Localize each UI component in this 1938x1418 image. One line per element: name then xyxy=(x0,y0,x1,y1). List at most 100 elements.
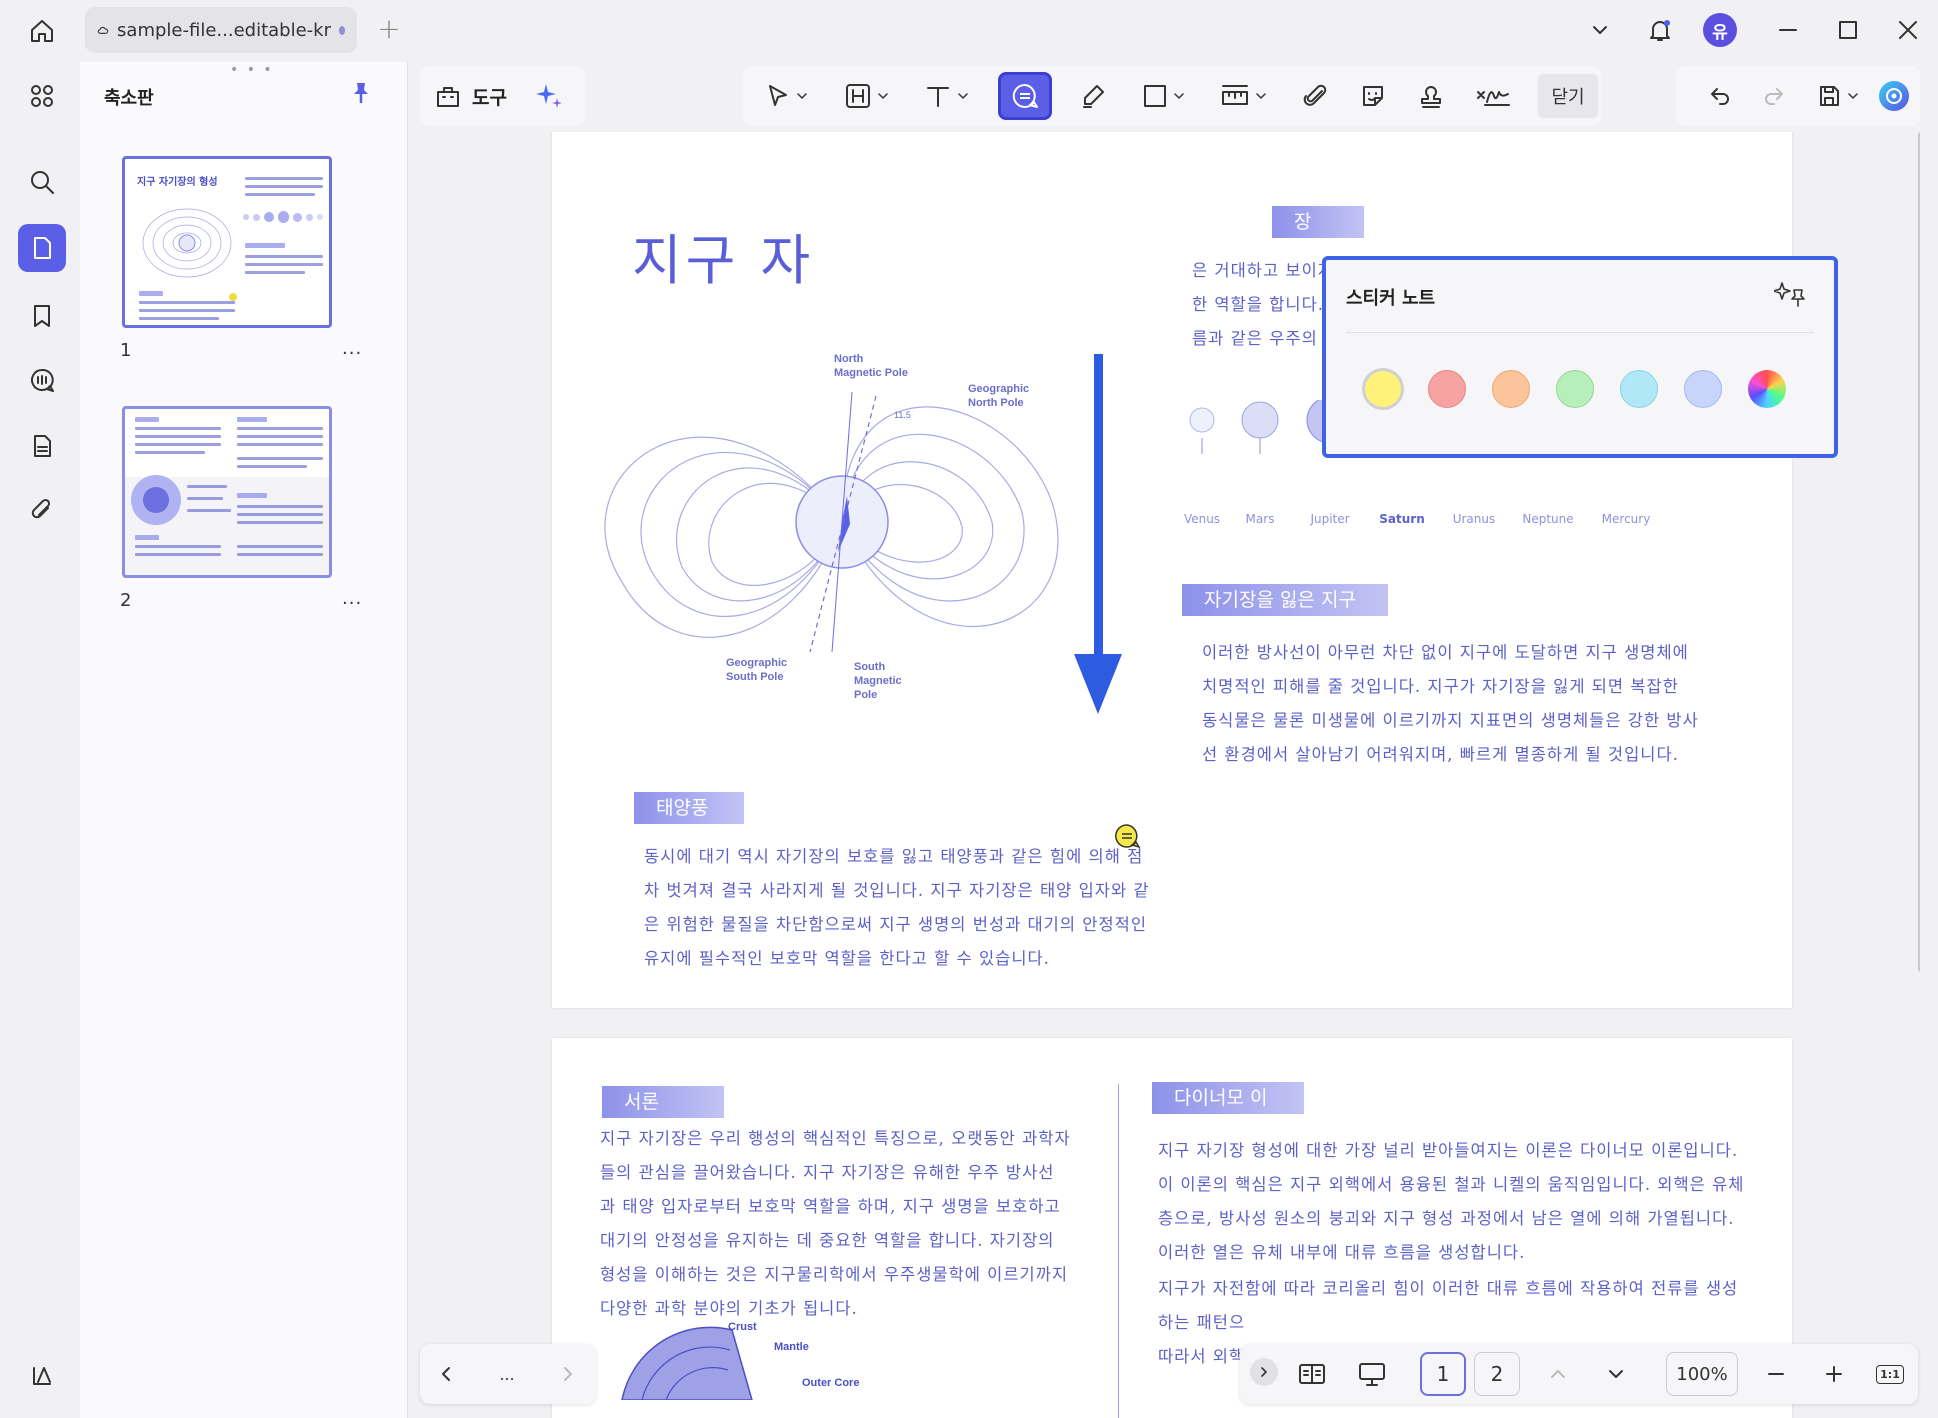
close-tools-button[interactable]: 닫기 xyxy=(1538,74,1598,118)
color-swatch-red[interactable] xyxy=(1428,370,1466,408)
attachment-icon[interactable] xyxy=(18,486,66,534)
undo-icon[interactable] xyxy=(1698,72,1742,120)
heading-icon xyxy=(846,84,870,108)
chevron-down-icon[interactable] xyxy=(1580,10,1620,50)
document-icon[interactable] xyxy=(18,422,66,470)
tools-label: 도구 xyxy=(472,86,507,109)
bell-icon[interactable] xyxy=(1640,10,1680,50)
paperclip-icon xyxy=(1303,84,1327,106)
paragraph-lost-field: 이러한 방사선이 아무런 차단 없이 지구에 도달하면 지구 생명체에 치명적인… xyxy=(1202,636,1762,772)
heading-tool[interactable] xyxy=(834,72,898,120)
page-layout-icon[interactable] xyxy=(1290,1352,1334,1396)
layer-label: Mantle xyxy=(774,1341,809,1353)
save-button[interactable] xyxy=(1806,72,1868,120)
select-tool[interactable] xyxy=(754,72,818,120)
color-picker-rainbow[interactable] xyxy=(1748,370,1786,408)
user-avatar[interactable]: 유 xyxy=(1700,10,1740,50)
thumbnail-page-2[interactable] xyxy=(122,406,332,578)
zoom-level[interactable]: 100% xyxy=(1666,1352,1738,1396)
signature-tool[interactable] xyxy=(1466,72,1520,120)
sticky-note-icon xyxy=(1012,83,1038,108)
text-line: 층으로, 방사성 원소의 붕괴와 지구 형성 과정에서 남은 열에 의해 가열됩… xyxy=(1158,1209,1735,1228)
text-line: 이러한 방사선이 아무런 차단 없이 지구에 도달하면 지구 생명체에 xyxy=(1202,643,1689,662)
text-tool[interactable] xyxy=(914,72,978,120)
color-swatch-green[interactable] xyxy=(1556,370,1594,408)
sticky-note-icon[interactable] xyxy=(1112,822,1142,856)
left-rail xyxy=(0,62,80,1418)
document-tab[interactable]: sample-file...editable-kr xyxy=(85,7,357,53)
color-swatch-cyan[interactable] xyxy=(1620,370,1658,408)
sticky-note-popup: 스티커 노트 xyxy=(1322,256,1838,458)
sticker-tool[interactable] xyxy=(1348,72,1398,120)
scroll-down-icon[interactable] xyxy=(1596,1352,1636,1396)
tools-button[interactable]: 도구 xyxy=(434,82,507,110)
actual-size-label: 1:1 xyxy=(1876,1364,1904,1384)
highlighter-tool[interactable] xyxy=(1068,72,1118,120)
pin-sticky-icon[interactable] xyxy=(1773,280,1806,312)
text-line: 들의 관심을 끌어왔습니다. 지구 자기장은 유해한 우주 방사선 xyxy=(600,1163,1055,1182)
measure-tool[interactable] xyxy=(1208,72,1278,120)
caret-down-icon xyxy=(958,93,968,99)
redo-icon[interactable] xyxy=(1752,72,1796,120)
home-icon[interactable] xyxy=(22,14,62,48)
text-line: 과 태양 입자로부터 보호막 역할을 하며, 지구 생명을 보호하고 xyxy=(600,1197,1061,1216)
minimize-icon[interactable] xyxy=(1768,10,1808,50)
ai-assistant-icon[interactable] xyxy=(1874,72,1914,120)
page-2-button[interactable]: 2 xyxy=(1474,1352,1520,1396)
panel-grip[interactable]: • • • xyxy=(230,62,274,78)
page-1-button[interactable]: 1 xyxy=(1420,1352,1466,1396)
color-swatch-blue[interactable] xyxy=(1684,370,1722,408)
scroll-up-icon[interactable] xyxy=(1538,1352,1578,1396)
thumbnail-more-2[interactable]: ... xyxy=(342,588,362,609)
expand-icon[interactable] xyxy=(1250,1358,1278,1386)
page-1: 지구 자 장 은 거대하고 보이지 않는 보호막과 같으며, 우주 환경에 한 … xyxy=(552,132,1838,1008)
apps-grid-icon[interactable] xyxy=(18,72,66,120)
magnetic-field-diagram: North Magnetic Pole Geographic North Pol… xyxy=(604,353,1059,701)
next-page-icon[interactable] xyxy=(546,1352,588,1396)
pin-icon[interactable] xyxy=(348,80,374,110)
sticky-note-tool[interactable] xyxy=(998,72,1052,120)
document-viewer: 지구 자 장 은 거대하고 보이지 않는 보호막과 같으며, 우주 환경에 한 … xyxy=(420,132,1920,1418)
color-swatch-orange[interactable] xyxy=(1492,370,1530,408)
cloud-icon xyxy=(97,26,109,34)
ruler-icon xyxy=(1222,85,1248,105)
popup-separator xyxy=(1346,332,1814,333)
maximize-icon[interactable] xyxy=(1828,10,1868,50)
ai-sparkle-icon[interactable] xyxy=(533,80,565,112)
bookmark-icon[interactable] xyxy=(18,292,66,340)
cursor-icon xyxy=(769,85,787,106)
search-icon[interactable] xyxy=(18,158,66,206)
thumbnail-more-1[interactable]: ... xyxy=(342,338,362,359)
sticker-icon xyxy=(1363,86,1383,106)
layers-icon[interactable] xyxy=(18,1352,66,1400)
stamp-tool[interactable] xyxy=(1406,72,1456,120)
page-nav-bar: ... xyxy=(420,1344,596,1404)
thumbnail-page-1[interactable]: 지구 자기장의 형성 xyxy=(122,156,332,328)
section-tag-magnetosphere: 장 xyxy=(1272,206,1364,238)
comments-icon[interactable] xyxy=(18,356,66,404)
close-window-icon[interactable] xyxy=(1888,10,1928,50)
planet-label: Mercury xyxy=(1601,512,1651,526)
signature-icon xyxy=(1477,91,1510,106)
zoom-out-icon[interactable] xyxy=(1756,1352,1796,1396)
text-line: 하는 패턴으 xyxy=(1158,1313,1246,1332)
toolbox-icon xyxy=(437,87,459,107)
nav-more-button[interactable]: ... xyxy=(486,1352,528,1396)
presentation-icon[interactable] xyxy=(1350,1352,1394,1396)
attach-tool[interactable] xyxy=(1290,72,1340,120)
actual-size-button[interactable]: 1:1 xyxy=(1870,1352,1910,1396)
add-tab-button[interactable]: + xyxy=(375,15,403,44)
text-icon xyxy=(927,87,949,107)
south-magnetic-label-3: Pole xyxy=(854,689,877,701)
thumbnails-icon[interactable] xyxy=(18,224,66,272)
column-divider xyxy=(1118,1084,1119,1418)
caret-down-icon xyxy=(797,93,807,99)
shape-tool[interactable] xyxy=(1130,72,1196,120)
annotation-arrow[interactable] xyxy=(1068,354,1128,724)
zoom-in-icon[interactable] xyxy=(1814,1352,1854,1396)
tab-title: sample-file...editable-kr xyxy=(117,19,331,41)
vertical-scrollbar[interactable] xyxy=(1918,132,1920,972)
prev-page-icon[interactable] xyxy=(426,1352,468,1396)
color-swatch-yellow[interactable] xyxy=(1362,368,1404,410)
caret-down-icon xyxy=(1174,93,1184,99)
